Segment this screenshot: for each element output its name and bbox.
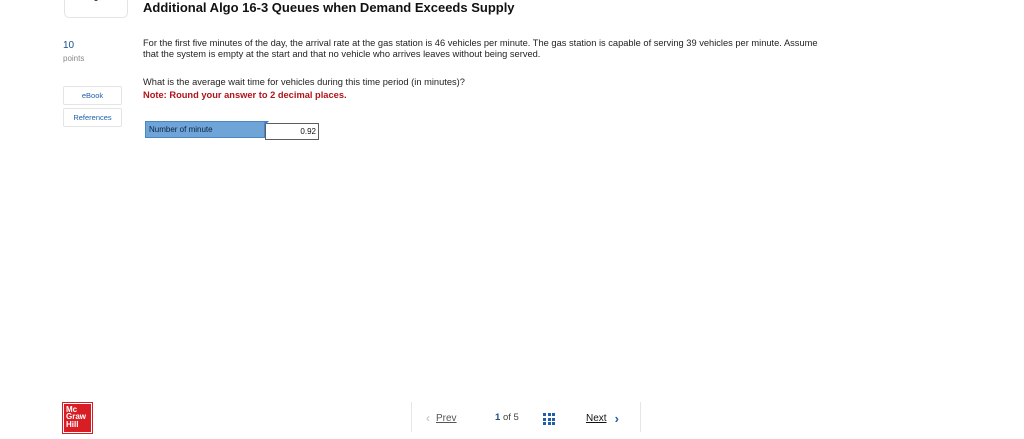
points-value: 10 — [63, 40, 75, 51]
prev-label: Prev — [436, 412, 457, 424]
note-text: Round your answer to 2 decimal places. — [169, 90, 347, 100]
mcgraw-hill-logo: Mc Graw Hill — [62, 402, 93, 434]
chevron-right-icon: › — [614, 411, 619, 426]
question-text: For the first five minutes of the day, t… — [143, 38, 818, 59]
note-label: Note: — [143, 90, 167, 100]
chevron-left-icon: ‹ — [426, 411, 430, 425]
pagination-bar: ‹ Prev 1 of 5 Next › — [411, 402, 641, 432]
of-label: of — [502, 412, 511, 423]
current-page: 1 — [495, 412, 501, 423]
page-title: Additional Algo 16-3 Queues when Demand … — [143, 0, 515, 15]
next-button[interactable]: Next › — [586, 411, 619, 426]
prev-button[interactable]: ‹ Prev — [426, 411, 457, 425]
references-button[interactable]: References — [63, 108, 122, 127]
menu-dot-icon — [94, 0, 98, 1]
answer-input[interactable] — [265, 123, 319, 140]
logo-line-3: Hill — [66, 419, 79, 429]
points-label: points — [63, 54, 85, 63]
answer-label: Number of minute — [145, 121, 265, 138]
ebook-button[interactable]: eBook — [63, 86, 122, 105]
answer-row: Number of minute — [145, 121, 319, 140]
question-menu-card[interactable] — [64, 0, 128, 18]
page-indicator: 1 of 5 — [495, 412, 519, 423]
question-prompt: What is the average wait time for vehicl… — [143, 77, 465, 87]
total-pages: 5 — [513, 412, 519, 423]
question-note: Note: Round your answer to 2 decimal pla… — [143, 90, 347, 100]
next-label: Next — [586, 413, 607, 424]
answer-input-wrap — [265, 121, 319, 140]
grid-icon[interactable] — [543, 413, 555, 425]
